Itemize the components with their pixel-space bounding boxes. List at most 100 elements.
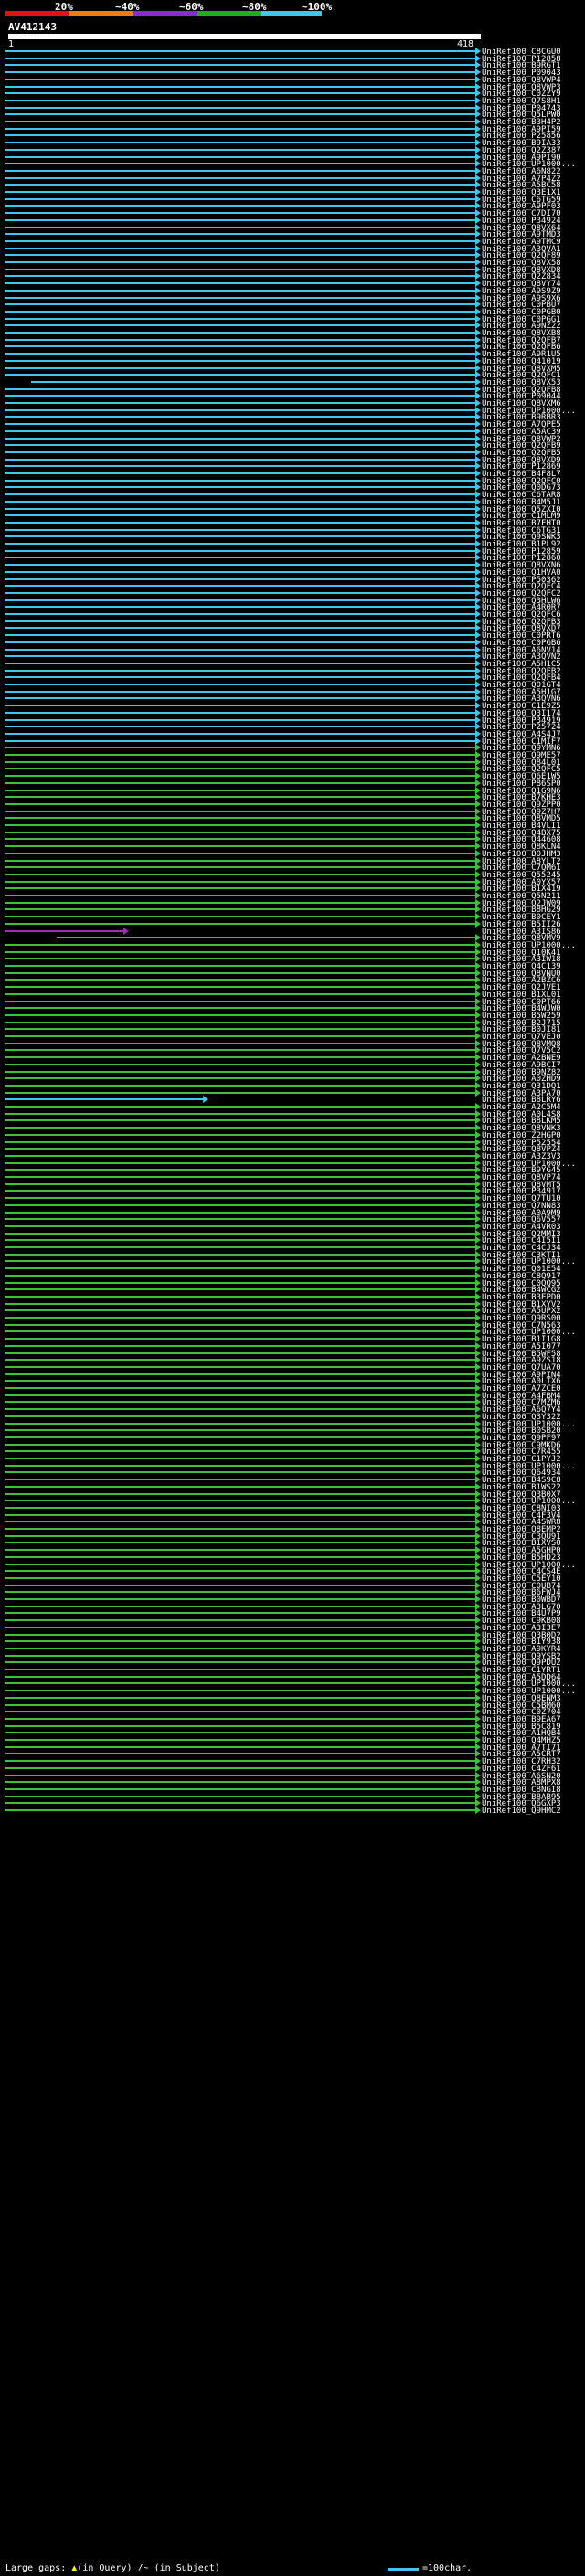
- hit-bar: [5, 318, 475, 320]
- hit-bar: [5, 571, 475, 573]
- hit-arrow: [475, 287, 481, 294]
- hit-arrow: [475, 1061, 481, 1068]
- hit-bar: [5, 522, 475, 524]
- hit-bar: [5, 416, 475, 418]
- hit-bar: [5, 170, 475, 172]
- hit-arrow: [475, 582, 481, 589]
- hit-bar: [5, 754, 475, 756]
- hit-bar: [5, 1648, 475, 1649]
- hit-arrow: [475, 512, 481, 519]
- hit-bar: [5, 1317, 475, 1319]
- hit-bar: [5, 719, 475, 721]
- hit-bar: [5, 1049, 475, 1051]
- hit-bar: [5, 1233, 475, 1235]
- hit-bar: [5, 1549, 475, 1551]
- hit-bar: [5, 972, 475, 974]
- hit-bar: [5, 1577, 475, 1579]
- hit-arrow: [475, 1166, 481, 1173]
- hit-arrow: [475, 1426, 481, 1434]
- hit-arrow: [475, 660, 481, 667]
- hit-bar: [5, 951, 475, 953]
- hit-arrow: [475, 1082, 481, 1089]
- hit-bar: [5, 486, 475, 488]
- hit-bar: [5, 1725, 475, 1727]
- hit-bar: [5, 606, 475, 608]
- hit-link[interactable]: UniRef100_Q9HMC2: [482, 1807, 561, 1816]
- hit-arrow: [475, 1553, 481, 1561]
- hit-arrow: [475, 280, 481, 287]
- hit-bar: [5, 1098, 203, 1100]
- hit-bar: [5, 1767, 475, 1769]
- hit-arrow: [475, 1638, 481, 1645]
- hit-bar: [5, 796, 475, 798]
- hit-bar: [5, 1330, 475, 1332]
- hit-bar: [5, 676, 475, 678]
- hit-arrow: [475, 962, 481, 970]
- hit-arrow: [475, 118, 481, 125]
- hit-bar: [5, 1007, 475, 1009]
- hit-bar: [5, 655, 475, 657]
- hit-bar: [5, 1218, 475, 1220]
- hit-bar: [5, 634, 475, 636]
- hit-arrow: [475, 343, 481, 350]
- hit-bar: [5, 979, 475, 981]
- hit-arrow: [475, 251, 481, 259]
- hit-arrow: [475, 1694, 481, 1701]
- hit-bar: [5, 747, 475, 748]
- hit-bar: [5, 740, 475, 742]
- hit-arrow: [475, 1405, 481, 1413]
- hit-arrow: [475, 1567, 481, 1574]
- hit-arrow: [475, 652, 481, 660]
- hit-bar: [5, 550, 475, 552]
- hit-bar: [5, 1788, 475, 1790]
- hit-arrow: [475, 624, 481, 631]
- hit-arrow: [475, 449, 481, 456]
- hit-bar: [5, 493, 475, 495]
- hit-arrow: [475, 357, 481, 365]
- hit-bar: [5, 627, 475, 629]
- hit-bar: [5, 944, 475, 946]
- hit-arrow: [475, 217, 481, 224]
- hit-bar: [5, 451, 475, 453]
- hit-bar: [5, 353, 475, 355]
- hit-bar: [5, 1028, 475, 1030]
- hit-bar: [5, 64, 475, 66]
- hit-bar: [5, 1760, 475, 1762]
- hit-bar: [5, 134, 475, 136]
- hit-bar: [5, 1141, 475, 1143]
- hit-bar: [5, 1394, 475, 1396]
- hit-bar: [5, 1493, 475, 1495]
- hit-bar: [5, 184, 475, 186]
- hit-bar: [5, 1669, 475, 1670]
- hit-bar: [5, 402, 475, 404]
- hit-bar: [5, 641, 475, 643]
- hit-arrow: [475, 906, 481, 913]
- hit-bar: [5, 1739, 475, 1741]
- hit-bar: [5, 1176, 475, 1178]
- hit-bar: [5, 1077, 475, 1079]
- hit-bar: [5, 332, 475, 334]
- hit-arrow: [475, 1131, 481, 1139]
- hit-bar: [5, 1408, 475, 1410]
- hit-arrow: [475, 730, 481, 737]
- hit-bar: [5, 480, 475, 482]
- hit-bar: [5, 324, 475, 326]
- hit-arrow: [475, 1786, 481, 1793]
- hit-bar: [5, 761, 475, 763]
- hit-bar: [5, 254, 475, 256]
- hit-arrow: [475, 399, 481, 407]
- hit-arrow: [475, 744, 481, 751]
- hit-bar: [5, 79, 475, 80]
- hit-arrow: [475, 991, 481, 998]
- hit-bar: [5, 1373, 475, 1375]
- hit-arrow: [475, 1223, 481, 1230]
- hit-arrow: [475, 1624, 481, 1631]
- hit-arrow: [475, 1518, 481, 1525]
- hit-arrow: [475, 329, 481, 336]
- hit-bar: [5, 1612, 475, 1614]
- hit-bar: [5, 149, 475, 151]
- hit-bar: [5, 895, 475, 896]
- hit-bar: [5, 1239, 475, 1241]
- hit-bar: [5, 395, 475, 397]
- hit-arrow: [475, 639, 481, 646]
